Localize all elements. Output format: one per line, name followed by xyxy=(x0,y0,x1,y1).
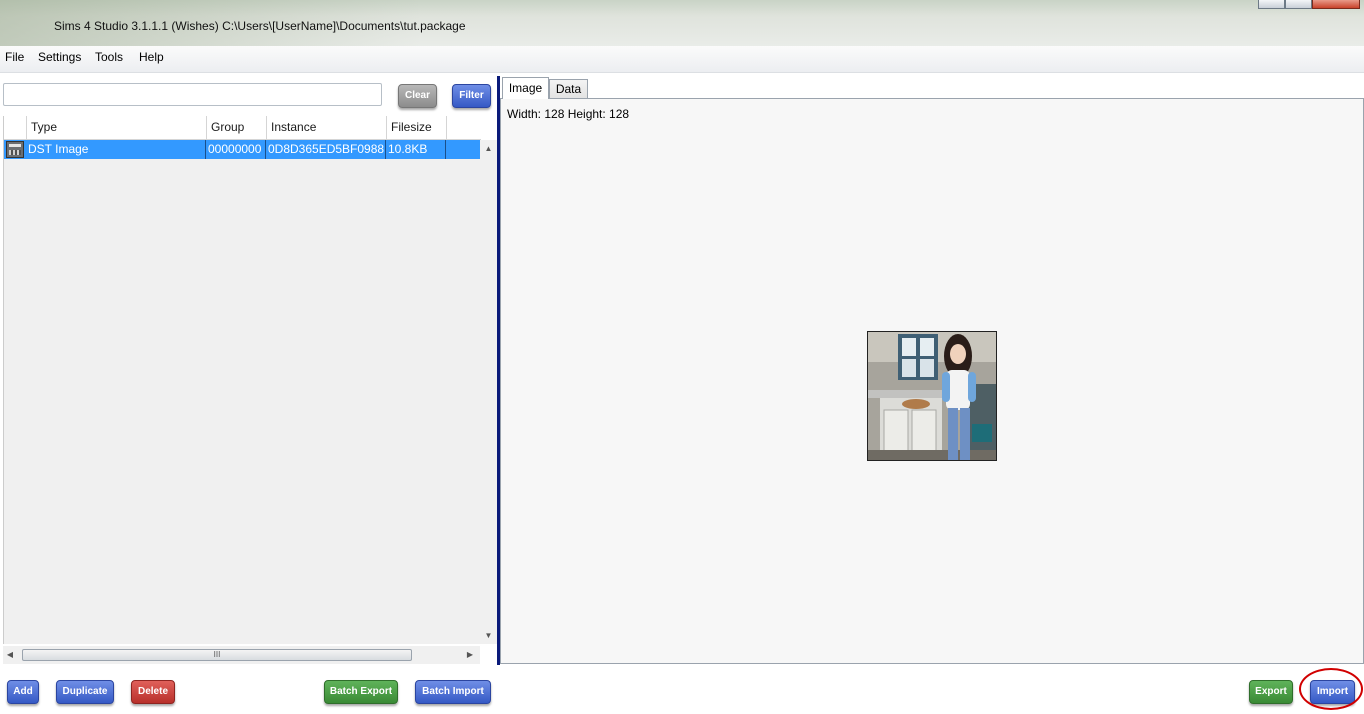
cell-type: DST Image xyxy=(26,140,206,159)
delete-button[interactable]: Delete xyxy=(131,680,175,704)
image-dimensions: Width: 128 Height: 128 xyxy=(507,107,630,121)
batch-export-button[interactable]: Batch Export xyxy=(324,680,398,704)
window-title: Sims 4 Studio 3.1.1.1 (Wishes) C:\Users\… xyxy=(54,19,466,33)
cell-group: 00000000 xyxy=(206,140,266,159)
column-header-spacer xyxy=(446,116,481,139)
export-button[interactable]: Export xyxy=(1249,680,1293,704)
maximize-button[interactable] xyxy=(1285,0,1312,9)
add-button[interactable]: Add xyxy=(7,680,39,704)
horizontal-scrollbar[interactable]: ◀ III ▶ xyxy=(3,646,480,664)
tab-image[interactable]: Image xyxy=(502,77,549,99)
bottom-toolbar xyxy=(0,666,1364,714)
table-row[interactable]: DST Image 00000000 0D8D365ED5BF0988 10.8… xyxy=(4,140,481,159)
resource-list-panel: Clear Filter Type Group Instance Filesiz… xyxy=(0,76,497,666)
tab-data[interactable]: Data xyxy=(549,79,588,98)
image-thumbnail xyxy=(867,331,997,461)
resource-grid: Type Group Instance Filesize DST Image 0… xyxy=(3,116,481,644)
menu-bar: File Settings Tools Help xyxy=(0,46,1364,73)
image-preview-panel: Width: 128 Height: 128 xyxy=(500,98,1364,664)
column-header-instance[interactable]: Instance xyxy=(266,116,386,139)
scroll-up-icon[interactable]: ▲ xyxy=(480,144,497,153)
menu-settings[interactable]: Settings xyxy=(38,50,81,64)
filter-button[interactable]: Filter xyxy=(452,84,491,108)
column-header-filesize[interactable]: Filesize xyxy=(386,116,446,139)
batch-import-button[interactable]: Batch Import xyxy=(415,680,491,704)
column-header-group[interactable]: Group xyxy=(206,116,266,139)
search-input[interactable] xyxy=(3,83,382,106)
menu-file[interactable]: File xyxy=(5,50,24,64)
cell-filesize: 10.8KB xyxy=(386,140,446,159)
close-button[interactable] xyxy=(1312,0,1360,9)
clear-button[interactable]: Clear xyxy=(398,84,437,108)
column-header-type[interactable]: Type xyxy=(26,116,206,139)
grid-header: Type Group Instance Filesize xyxy=(4,116,481,140)
scroll-right-icon[interactable]: ▶ xyxy=(465,650,475,659)
menu-tools[interactable]: Tools xyxy=(95,50,123,64)
import-button[interactable]: Import xyxy=(1310,680,1355,704)
menu-help[interactable]: Help xyxy=(139,50,164,64)
cell-instance: 0D8D365ED5BF0988 xyxy=(266,140,386,159)
horizontal-scroll-thumb[interactable]: III xyxy=(22,649,412,661)
title-bar: Sims 4 Studio 3.1.1.1 (Wishes) C:\Users\… xyxy=(0,0,1364,46)
duplicate-button[interactable]: Duplicate xyxy=(56,680,114,704)
vertical-scrollbar[interactable]: ▲ ▼ xyxy=(480,140,497,644)
scroll-down-icon[interactable]: ▼ xyxy=(480,631,497,640)
dst-image-icon xyxy=(6,141,24,158)
scroll-left-icon[interactable]: ◀ xyxy=(5,650,15,659)
minimize-button[interactable] xyxy=(1258,0,1285,9)
